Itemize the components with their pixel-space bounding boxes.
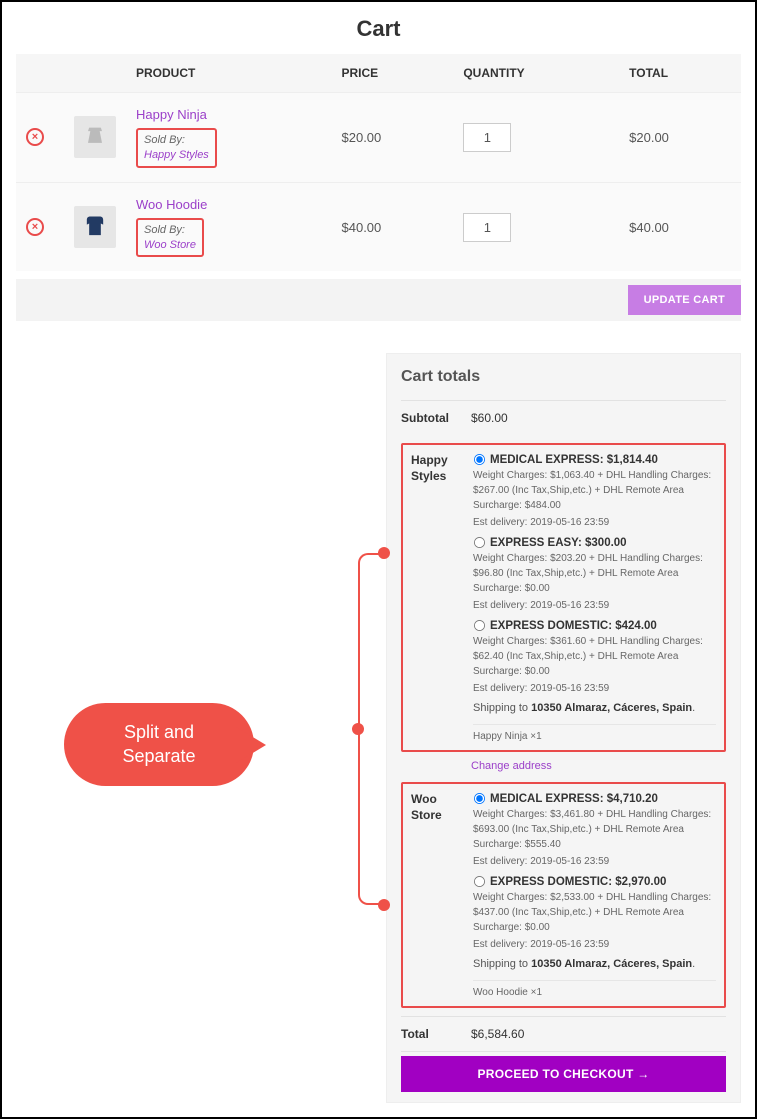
item-price: $20.00 [332, 93, 454, 183]
total-value: $6,584.60 [471, 1027, 524, 1041]
shipping-detail: Weight Charges: $3,461.80 + DHL Handling… [473, 807, 716, 852]
shipping-destination: Shipping to 10350 Almaraz, Cáceres, Spai… [473, 958, 716, 970]
shipping-radio[interactable] [474, 876, 485, 887]
shipping-option[interactable]: EXPRESS EASY: $300.00 [473, 536, 716, 549]
shipping-option-label: MEDICAL EXPRESS: $1,814.40 [490, 454, 658, 466]
sold-by-label: Sold By: [144, 224, 185, 236]
change-address-link[interactable]: Change address [401, 760, 726, 772]
shipping-eta: Est delivery: 2019-05-16 23:59 [473, 854, 716, 869]
shipping-option-label: MEDICAL EXPRESS: $4,710.20 [490, 793, 658, 805]
vendor-link[interactable]: Happy Styles [144, 148, 209, 163]
shipping-radio[interactable] [474, 537, 485, 548]
col-price: PRICE [332, 54, 454, 93]
shipping-option-label: EXPRESS DOMESTIC: $424.00 [490, 620, 657, 632]
shipping-vendor: Happy Styles [411, 453, 465, 742]
remove-item-button[interactable]: × [26, 128, 44, 146]
item-total: $40.00 [619, 182, 741, 271]
item-total: $20.00 [619, 93, 741, 183]
quantity-input[interactable] [463, 123, 511, 152]
item-price: $40.00 [332, 182, 454, 271]
callout-line2: Separate [92, 745, 226, 768]
shipping-group: Happy Styles MEDICAL EXPRESS: $1,814.40 We… [401, 443, 726, 752]
shipping-eta: Est delivery: 2019-05-16 23:59 [473, 515, 716, 530]
shipping-contents: Woo Hoodie ×1 [473, 980, 716, 998]
table-row: × Woo Hoodie Sold By: Woo Store $40.00 $40.00 [16, 182, 741, 271]
shipping-eta: Est delivery: 2019-05-16 23:59 [473, 598, 716, 613]
shipping-radio[interactable] [474, 793, 485, 804]
product-link[interactable]: Woo Hoodie [136, 197, 207, 212]
col-qty: QUANTITY [453, 54, 619, 93]
product-thumbnail[interactable] [74, 116, 116, 158]
table-row: × Happy Ninja Sold By: Happy Styles $20.00 $2… [16, 93, 741, 183]
shipping-group: Woo Store MEDICAL EXPRESS: $4,710.20 Weigh… [401, 782, 726, 1008]
update-cart-button[interactable]: UPDATE CART [628, 285, 741, 315]
shipping-option-label: EXPRESS EASY: $300.00 [490, 537, 627, 549]
col-total: TOTAL [619, 54, 741, 93]
product-link[interactable]: Happy Ninja [136, 107, 207, 122]
shipping-contents: Happy Ninja ×1 [473, 724, 716, 742]
shipping-detail: Weight Charges: $203.20 + DHL Handling C… [473, 551, 716, 596]
page-title: Cart [16, 16, 741, 42]
col-product: PRODUCT [126, 54, 332, 93]
shipping-radio[interactable] [474, 620, 485, 631]
subtotal-label: Subtotal [401, 411, 471, 425]
shipping-destination: Shipping to 10350 Almaraz, Cáceres, Spai… [473, 702, 716, 714]
cart-totals-heading: Cart totals [401, 368, 726, 386]
shipping-option[interactable]: EXPRESS DOMESTIC: $424.00 [473, 619, 716, 632]
callout-line1: Split and [92, 721, 226, 744]
cart-totals-box: Cart totals Subtotal $60.00 Happy Styles… [386, 353, 741, 1103]
shipping-detail: Weight Charges: $1,063.40 + DHL Handling… [473, 468, 716, 513]
shipping-vendor: Woo Store [411, 792, 465, 998]
vendor-link[interactable]: Woo Store [144, 238, 196, 253]
shipping-eta: Est delivery: 2019-05-16 23:59 [473, 937, 716, 952]
shipping-option-label: EXPRESS DOMESTIC: $2,970.00 [490, 876, 666, 888]
quantity-input[interactable] [463, 213, 511, 242]
shipping-radio[interactable] [474, 454, 485, 465]
shipping-detail: Weight Charges: $2,533.00 + DHL Handling… [473, 890, 716, 935]
shipping-option[interactable]: MEDICAL EXPRESS: $1,814.40 [473, 453, 716, 466]
proceed-to-checkout-button[interactable]: PROCEED TO CHECKOUT → [401, 1056, 726, 1092]
callout: Split and Separate [64, 703, 254, 786]
product-thumbnail[interactable] [74, 206, 116, 248]
sold-by-label: Sold By: [144, 134, 185, 146]
shipping-eta: Est delivery: 2019-05-16 23:59 [473, 681, 716, 696]
shipping-option[interactable]: EXPRESS DOMESTIC: $2,970.00 [473, 875, 716, 888]
remove-item-button[interactable]: × [26, 218, 44, 236]
shipping-option[interactable]: MEDICAL EXPRESS: $4,710.20 [473, 792, 716, 805]
subtotal-value: $60.00 [471, 411, 508, 425]
shipping-detail: Weight Charges: $361.60 + DHL Handling C… [473, 634, 716, 679]
cart-table: PRODUCT PRICE QUANTITY TOTAL × Happy Ninj… [16, 54, 741, 271]
callout-bracket [340, 553, 390, 905]
total-label: Total [401, 1027, 471, 1041]
